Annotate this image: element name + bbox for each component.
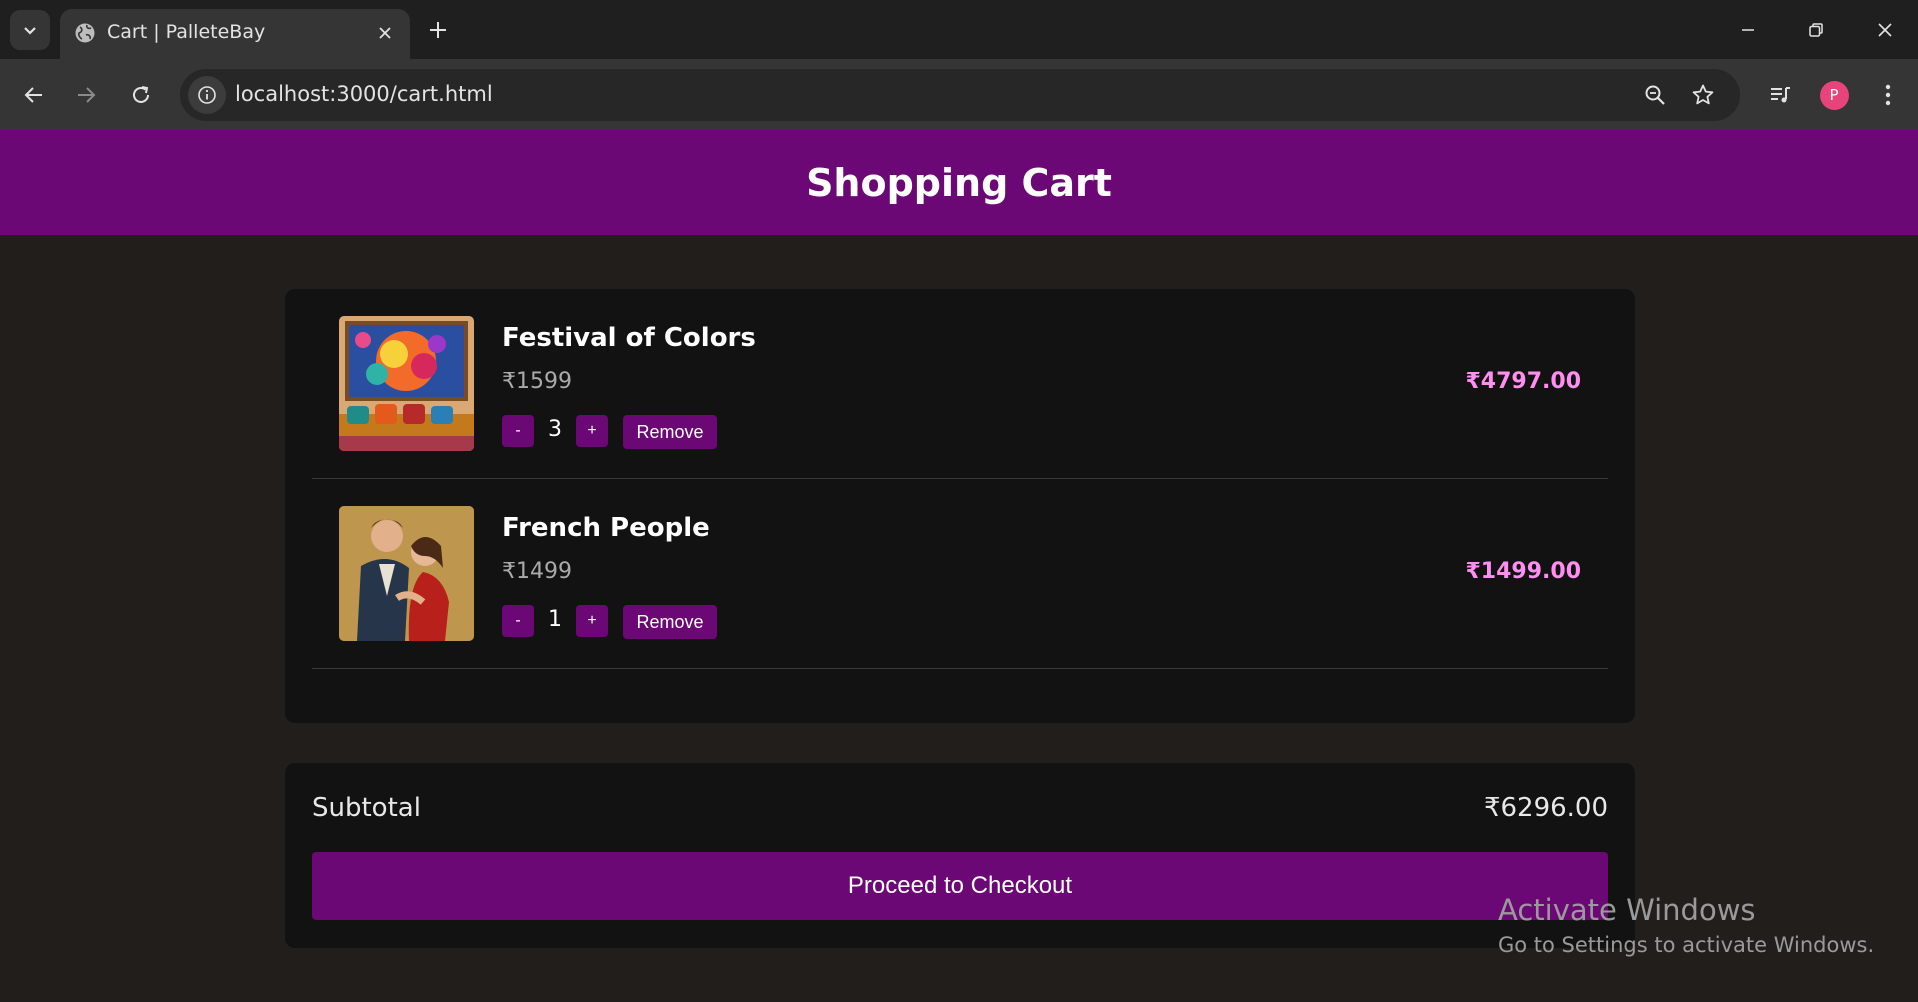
restore-icon — [1809, 23, 1823, 37]
close-icon — [1878, 23, 1892, 37]
tab-close-button[interactable] — [372, 20, 398, 46]
browser-tab[interactable]: Cart | PalleteBay — [60, 9, 410, 59]
close-window-button[interactable] — [1863, 10, 1907, 50]
globe-icon — [75, 23, 95, 43]
browser-menu-button[interactable] — [1868, 75, 1908, 115]
site-info-button[interactable] — [188, 76, 226, 114]
increase-quantity-button[interactable]: + — [576, 605, 608, 637]
minimize-button[interactable] — [1726, 10, 1770, 50]
subtotal-label: Subtotal — [312, 793, 421, 823]
back-button[interactable] — [14, 75, 54, 115]
cart-item: French People ₹1499 - 1 + Remove ₹1499.0… — [312, 479, 1608, 669]
chevron-down-icon — [24, 27, 36, 35]
remove-item-button[interactable]: Remove — [623, 605, 717, 639]
plus-icon — [430, 22, 446, 38]
item-line-total: ₹4797.00 — [1465, 369, 1581, 394]
watermark-subtitle: Go to Settings to activate Windows. — [1498, 933, 1875, 957]
remove-item-button[interactable]: Remove — [623, 415, 717, 449]
reload-button[interactable] — [121, 75, 161, 115]
bookmark-button[interactable] — [1687, 79, 1719, 111]
minimize-icon — [1742, 29, 1754, 31]
watermark-title: Activate Windows — [1498, 893, 1756, 927]
item-line-total: ₹1499.00 — [1465, 559, 1581, 584]
cart-item: Festival of Colors ₹1599 - 3 + Remove ₹4… — [312, 289, 1608, 479]
product-image-french-people — [339, 506, 474, 641]
browser-toolbar: localhost:3000/cart.html P — [0, 59, 1918, 130]
arrow-left-icon — [24, 87, 42, 103]
cart-summary-panel: Subtotal ₹6296.00 Proceed to Checkout — [285, 763, 1635, 948]
page-header: Shopping Cart — [0, 130, 1918, 235]
avatar: P — [1819, 80, 1849, 110]
restore-button[interactable] — [1794, 10, 1838, 50]
item-quantity: 3 — [548, 417, 562, 442]
forward-button[interactable] — [66, 75, 106, 115]
item-name: Festival of Colors — [502, 323, 756, 353]
increase-quantity-button[interactable]: + — [576, 415, 608, 447]
item-unit-price: ₹1499 — [502, 559, 572, 584]
activate-windows-watermark: Activate Windows Go to Settings to activ… — [1498, 893, 1874, 957]
product-image-festival-of-colors — [339, 316, 474, 451]
address-bar[interactable]: localhost:3000/cart.html — [180, 69, 1740, 121]
decrease-quantity-button[interactable]: - — [502, 605, 534, 637]
item-name: French People — [502, 513, 710, 543]
browser-tab-strip: Cart | PalleteBay — [0, 0, 1918, 59]
url-text[interactable]: localhost:3000/cart.html — [235, 82, 493, 106]
queue-music-icon — [1771, 87, 1790, 103]
zoom-out-icon — [1645, 85, 1665, 105]
item-quantity: 1 — [548, 607, 562, 632]
star-icon — [1692, 84, 1714, 105]
reload-icon — [133, 86, 149, 103]
new-tab-button[interactable] — [422, 14, 454, 46]
zoom-button[interactable] — [1639, 79, 1671, 111]
arrow-right-icon — [78, 87, 96, 103]
subtotal-value: ₹6296.00 — [1483, 793, 1608, 823]
more-vertical-icon — [1885, 84, 1891, 106]
media-control-button[interactable] — [1760, 75, 1800, 115]
page-title: Shopping Cart — [806, 160, 1112, 205]
proceed-to-checkout-button[interactable]: Proceed to Checkout — [312, 852, 1608, 920]
tab-search-button[interactable] — [10, 10, 50, 50]
close-icon — [379, 27, 391, 39]
decrease-quantity-button[interactable]: - — [502, 415, 534, 447]
item-unit-price: ₹1599 — [502, 369, 572, 394]
cart-items-panel: Festival of Colors ₹1599 - 3 + Remove ₹4… — [285, 289, 1635, 723]
tab-title: Cart | PalleteBay — [107, 21, 266, 43]
info-icon — [198, 86, 216, 104]
profile-button[interactable]: P — [1814, 75, 1854, 115]
